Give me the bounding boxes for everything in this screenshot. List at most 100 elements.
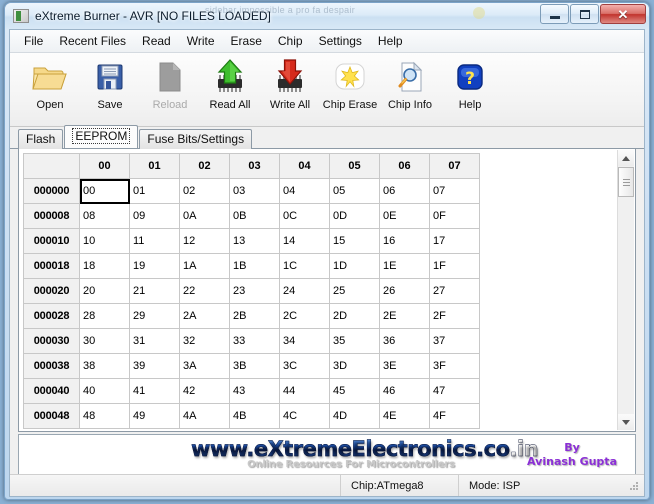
hex-grid-cell[interactable]: 28 [79, 303, 130, 329]
maximize-button[interactable] [570, 4, 599, 24]
tab-flash[interactable]: Flash [18, 129, 64, 149]
hex-grid-cell[interactable]: 41 [129, 378, 180, 404]
hex-grid-address-cell[interactable]: 000010 [23, 228, 80, 254]
hex-grid-cell[interactable]: 06 [379, 178, 430, 204]
toolbar-button-help[interactable]: ? Help [440, 58, 500, 111]
hex-grid-cell[interactable]: 46 [379, 378, 430, 404]
hex-grid-cell[interactable]: 38 [79, 353, 130, 379]
hex-grid-cell[interactable]: 30 [79, 328, 130, 354]
hex-grid-cell[interactable]: 01 [129, 178, 180, 204]
hex-grid-cell[interactable]: 32 [179, 328, 230, 354]
hex-grid-cell[interactable]: 08 [79, 203, 130, 229]
hex-grid-address-cell[interactable]: 000038 [23, 353, 80, 379]
hex-grid-cell[interactable]: 23 [229, 278, 280, 304]
hex-grid-cell[interactable]: 4D [329, 403, 380, 429]
hex-grid-cell[interactable]: 49 [129, 403, 180, 429]
toolbar-button-chip-erase[interactable]: Chip Erase [320, 58, 380, 111]
hex-grid-cell[interactable]: 2F [429, 303, 480, 329]
tab-eeprom[interactable]: EEPROM [64, 125, 139, 148]
hex-grid-cell[interactable]: 40 [79, 378, 130, 404]
hex-grid-column-header[interactable]: 00 [79, 153, 130, 179]
hex-grid-cell[interactable]: 39 [129, 353, 180, 379]
hex-grid-cell[interactable]: 2A [179, 303, 230, 329]
hex-grid-cell[interactable]: 13 [229, 228, 280, 254]
hex-grid-cell[interactable]: 42 [179, 378, 230, 404]
hex-grid-cell[interactable]: 4C [279, 403, 330, 429]
hex-grid-address-cell[interactable]: 000040 [23, 378, 80, 404]
hex-grid-cell[interactable]: 03 [229, 178, 280, 204]
hex-grid-viewport[interactable]: 00 01 02 03 04 05 06 07 000000 00 01 02 03 04 05 06 07 0… [19, 149, 635, 431]
hex-grid-cell[interactable]: 2E [379, 303, 430, 329]
vertical-scrollbar[interactable] [617, 150, 634, 430]
toolbar-button-save[interactable]: Save [80, 58, 140, 111]
hex-grid-cell[interactable]: 10 [79, 228, 130, 254]
hex-grid-cell[interactable]: 35 [329, 328, 380, 354]
hex-grid-cell[interactable]: 47 [429, 378, 480, 404]
hex-grid-cell[interactable]: 02 [179, 178, 230, 204]
tab-fuse-bits-settings[interactable]: Fuse Bits/Settings [139, 129, 253, 149]
hex-grid-address-cell[interactable]: 000020 [23, 278, 80, 304]
hex-grid-body[interactable]: 000000 00 01 02 03 04 05 06 07 000008 08 09 0A 0B 0C 0D… [23, 178, 480, 429]
toolbar-button-write-all[interactable]: Write All [260, 58, 320, 111]
resize-grip-icon[interactable] [627, 479, 641, 493]
scroll-up-button[interactable] [618, 150, 634, 166]
hex-grid-cell[interactable]: 3D [329, 353, 380, 379]
hex-grid-cell[interactable]: 27 [429, 278, 480, 304]
hex-grid-cell[interactable]: 17 [429, 228, 480, 254]
hex-grid-cell[interactable]: 21 [129, 278, 180, 304]
hex-grid-cell[interactable]: 37 [429, 328, 480, 354]
hex-grid-column-header[interactable]: 05 [329, 153, 380, 179]
hex-grid-cell[interactable]: 0C [279, 203, 330, 229]
hex-grid-column-header[interactable]: 03 [229, 153, 280, 179]
hex-grid-cell[interactable]: 09 [129, 203, 180, 229]
menu-item-file[interactable]: File [16, 32, 51, 50]
hex-grid-cell[interactable]: 36 [379, 328, 430, 354]
hex-grid-cell[interactable]: 2D [329, 303, 380, 329]
scrollbar-thumb[interactable] [618, 167, 634, 197]
hex-grid-column-header[interactable]: 07 [429, 153, 480, 179]
hex-grid-cell[interactable]: 4A [179, 403, 230, 429]
hex-grid-address-cell[interactable]: 000028 [23, 303, 80, 329]
hex-grid-address-cell[interactable]: 000030 [23, 328, 80, 354]
hex-grid-cell[interactable]: 22 [179, 278, 230, 304]
hex-grid-cell[interactable]: 48 [79, 403, 130, 429]
menu-item-chip[interactable]: Chip [270, 32, 311, 50]
hex-grid-cell[interactable]: 0F [429, 203, 480, 229]
menu-item-read[interactable]: Read [134, 32, 179, 50]
scroll-down-button[interactable] [618, 414, 634, 430]
hex-grid-column-header[interactable]: 02 [179, 153, 230, 179]
hex-grid-cell[interactable]: 29 [129, 303, 180, 329]
hex-grid-cell[interactable]: 1E [379, 253, 430, 279]
hex-grid-cell[interactable]: 19 [129, 253, 180, 279]
hex-grid-cell[interactable]: 0E [379, 203, 430, 229]
menu-item-help[interactable]: Help [370, 32, 411, 50]
menu-item-recent-files[interactable]: Recent Files [51, 32, 134, 50]
hex-grid-cell[interactable]: 12 [179, 228, 230, 254]
hex-grid-address-cell[interactable]: 000000 [23, 178, 80, 204]
hex-grid-cell[interactable]: 2B [229, 303, 280, 329]
hex-grid-cell[interactable]: 25 [329, 278, 380, 304]
hex-grid-cell[interactable]: 16 [379, 228, 430, 254]
hex-grid-address-cell[interactable]: 000018 [23, 253, 80, 279]
toolbar-button-read-all[interactable]: Read All [200, 58, 260, 111]
toolbar-button-chip-info[interactable]: Chip Info [380, 58, 440, 111]
hex-grid-address-cell[interactable]: 000008 [23, 203, 80, 229]
hex-grid-cell[interactable]: 3F [429, 353, 480, 379]
hex-grid-cell[interactable]: 1B [229, 253, 280, 279]
hex-grid-cell[interactable]: 1F [429, 253, 480, 279]
hex-grid-column-header[interactable]: 04 [279, 153, 330, 179]
hex-grid-cell[interactable]: 07 [429, 178, 480, 204]
hex-grid-cell[interactable]: 0D [329, 203, 380, 229]
hex-grid-cell[interactable]: 26 [379, 278, 430, 304]
hex-grid-cell[interactable]: 4E [379, 403, 430, 429]
menu-item-settings[interactable]: Settings [311, 32, 370, 50]
hex-grid-cell[interactable]: 15 [329, 228, 380, 254]
toolbar-button-open[interactable]: Open [20, 58, 80, 111]
hex-grid-cell[interactable]: 00 [79, 178, 130, 204]
minimize-button[interactable] [540, 4, 569, 24]
hex-grid-cell[interactable]: 1C [279, 253, 330, 279]
hex-grid-cell[interactable]: 04 [279, 178, 330, 204]
hex-grid-cell[interactable]: 45 [329, 378, 380, 404]
hex-grid-cell[interactable]: 1A [179, 253, 230, 279]
hex-grid-cell[interactable]: 11 [129, 228, 180, 254]
